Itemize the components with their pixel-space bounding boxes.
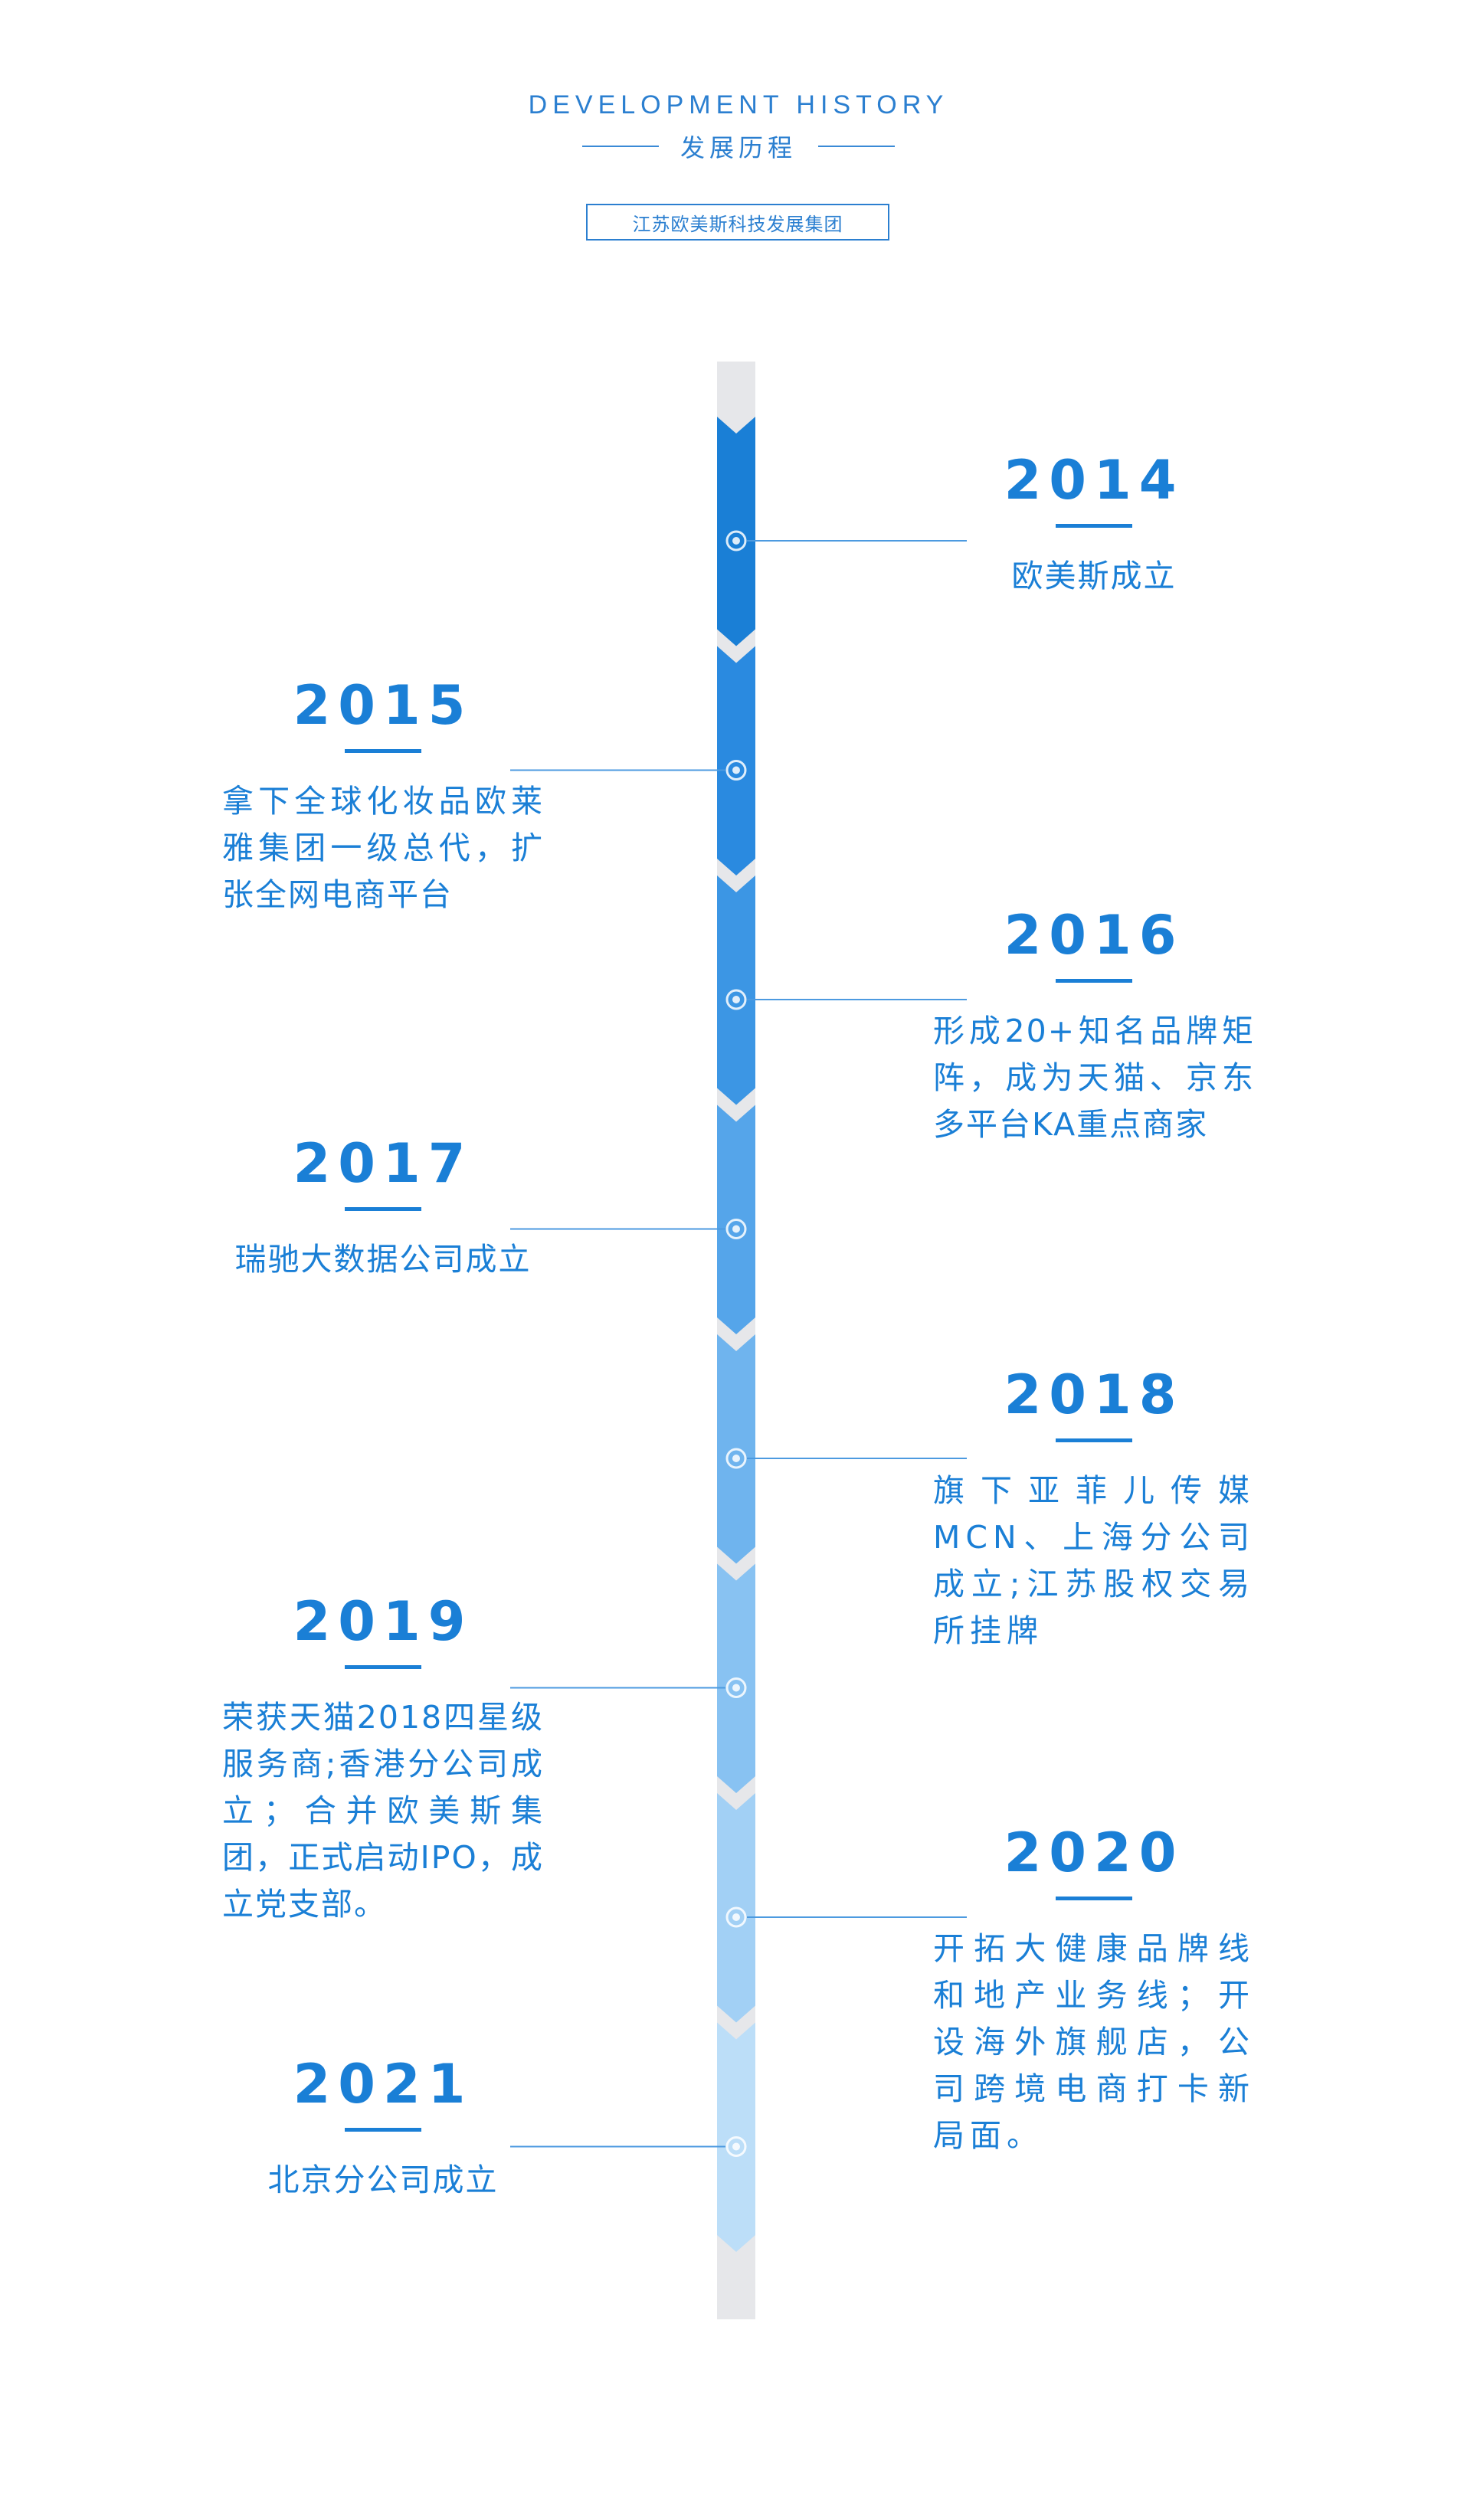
year-underline [345, 1207, 421, 1211]
node-dot [732, 1455, 740, 1462]
event-description: 拿下全球化妆品欧莱雅集团一级总代，扩张全网电商平台 [222, 783, 544, 913]
year-underline [1056, 979, 1132, 983]
event-description: 瑞驰大数据公司成立 [234, 1241, 532, 1278]
event-description: 欧美斯成立 [1011, 558, 1177, 594]
node-dot [732, 537, 740, 545]
event-year: 2015 [293, 674, 473, 737]
event-description: 北京分公司成立 [267, 2162, 499, 2198]
node-dot [732, 1684, 740, 1692]
year-underline [1056, 1897, 1132, 1900]
event-year: 2016 [1004, 904, 1184, 967]
event-description: 旗下亚菲儿传媒MCN、上海分公司成立;江苏股权交易所挂牌 [933, 1472, 1255, 1649]
node-dot [732, 996, 740, 1003]
year-underline [345, 749, 421, 753]
event-description: 形成20+知名品牌矩阵，成为天猫、京东多平台KA重点商家 [933, 1013, 1255, 1143]
year-underline [1056, 1438, 1132, 1442]
node-dot [732, 1225, 740, 1233]
event-year: 2021 [293, 2053, 473, 2116]
event-description: 开拓大健康品牌线和地产业务线；开设海外旗舰店，公司跨境电商打卡新局面。 [933, 1930, 1255, 2154]
year-underline [1056, 524, 1132, 528]
year-underline [345, 2128, 421, 2132]
event-description: 荣获天猫2018四星级服务商;香港分公司成立；合并欧美斯集团，正式启动IPO，成… [222, 1699, 544, 1923]
node-dot [732, 766, 740, 774]
node-dot [732, 1913, 740, 1921]
event-year: 2017 [293, 1132, 473, 1195]
event-year: 2019 [293, 1590, 473, 1653]
event-year: 2014 [1004, 449, 1184, 512]
event-year: 2020 [1004, 1821, 1184, 1884]
event-year: 2018 [1004, 1363, 1184, 1426]
year-underline [345, 1665, 421, 1669]
node-dot [732, 2142, 740, 2151]
